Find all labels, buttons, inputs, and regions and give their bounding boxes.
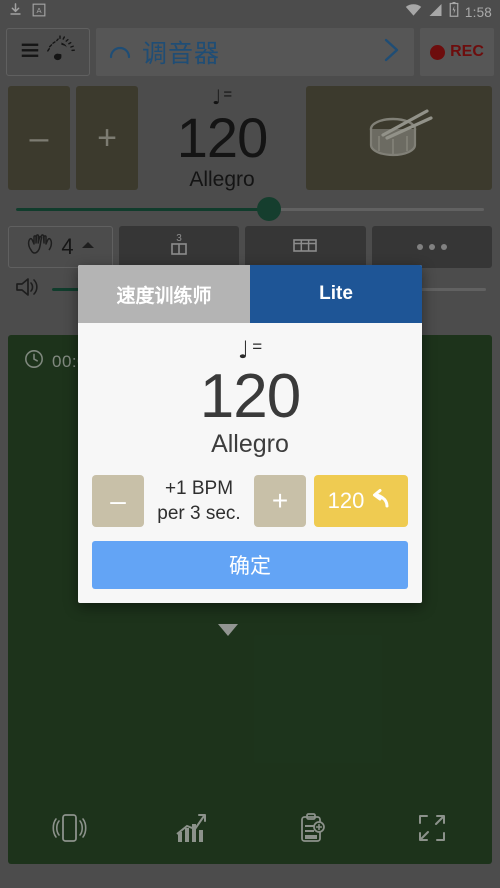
dialog-pointer <box>218 624 238 636</box>
quarter-note-icon: ♩ <box>237 336 250 364</box>
confirm-button[interactable]: 确定 <box>92 541 408 589</box>
tab-lite[interactable]: Lite <box>250 265 422 323</box>
tab-speed-trainer[interactable]: 速度训练师 <box>78 265 250 323</box>
rate-line-1: +1 BPM <box>164 478 234 499</box>
rate-increase-button[interactable]: + <box>254 475 306 527</box>
dialog-rate-controls: – +1 BPM per 3 sec. + 120 <box>92 475 408 527</box>
dialog-tempo-marking: Allegro <box>211 430 289 458</box>
dialog-tempo-display: ♩ = 120 Allegro <box>92 336 408 459</box>
equals-label: = <box>252 337 263 356</box>
dialog-bpm-value: 120 <box>199 362 301 431</box>
dialog-body: ♩ = 120 Allegro – +1 BPM per 3 sec. + 12… <box>78 323 422 603</box>
undo-arrow-icon <box>370 486 394 516</box>
tempo-trainer-dialog: 速度训练师 Lite ♩ = 120 Allegro – +1 BPM per … <box>78 265 422 603</box>
rate-minus-label: – <box>110 485 126 516</box>
rate-plus-label: + <box>271 485 289 516</box>
reset-tempo-button[interactable]: 120 <box>314 475 408 527</box>
rate-decrease-button[interactable]: – <box>92 475 144 527</box>
rate-line-2: per 3 sec. <box>157 503 241 524</box>
rate-description: +1 BPM per 3 sec. <box>152 476 246 526</box>
app-root: A 1:58 调音器 REC – + ♩ = 120 Allegro 4 3 0… <box>0 0 500 888</box>
reset-tempo-value: 120 <box>327 488 365 513</box>
dialog-tabs: 速度训练师 Lite <box>78 265 422 323</box>
